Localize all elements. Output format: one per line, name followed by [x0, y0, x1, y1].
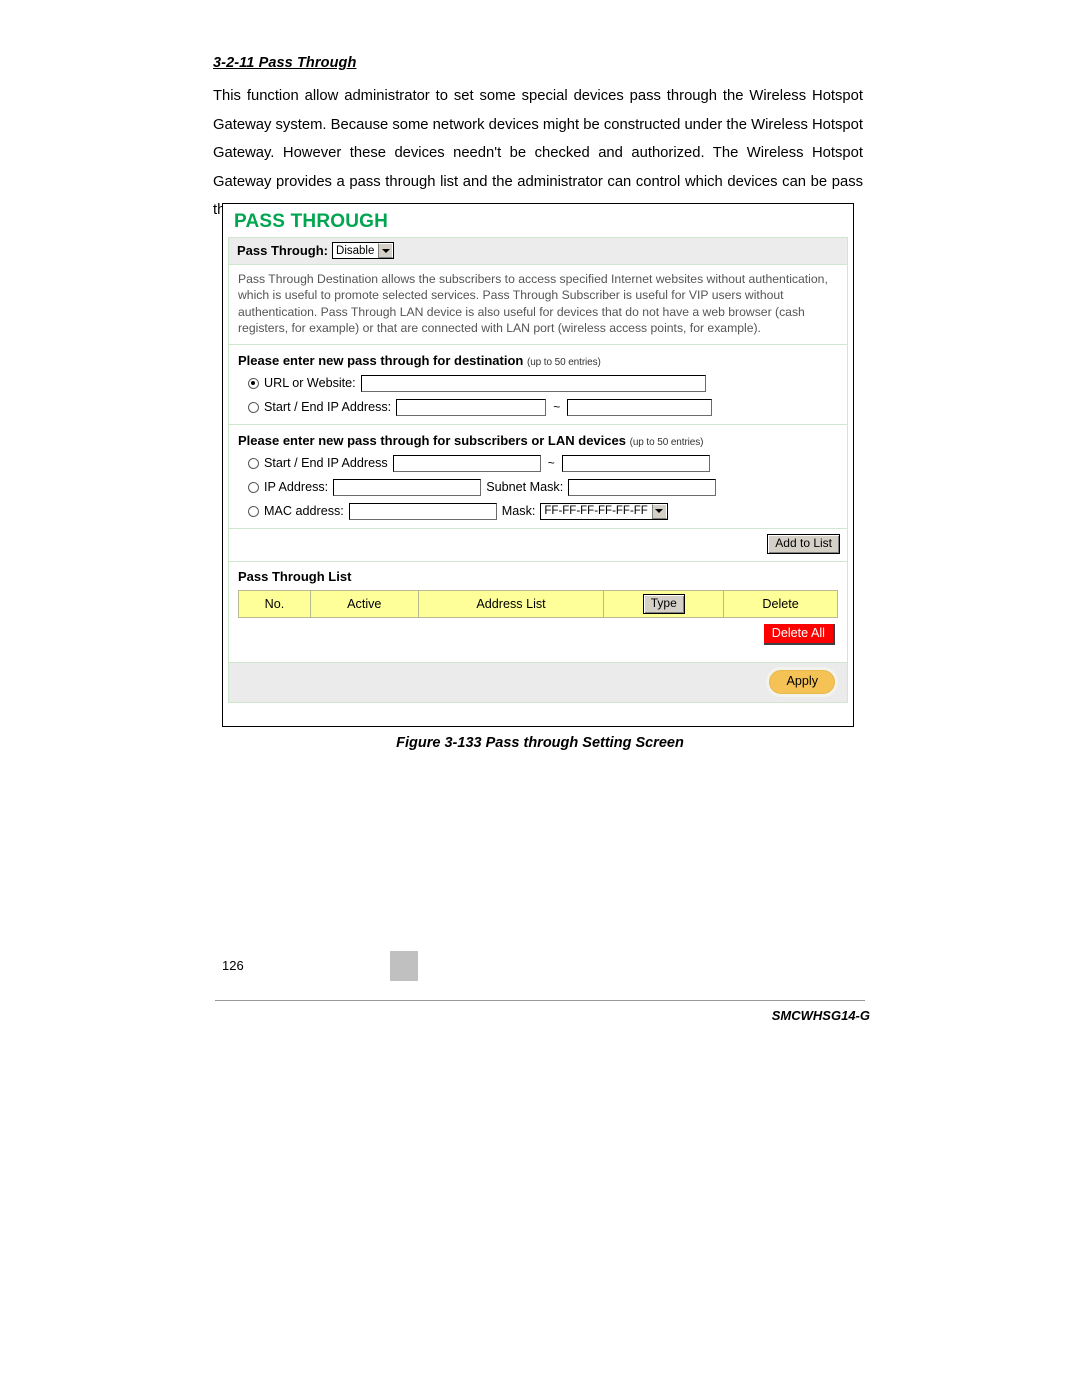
pass-through-list-table: No. Active Address List Type Delete	[238, 589, 838, 618]
page-number: 126	[222, 958, 244, 973]
subscriber-ip-range-separator: ~	[547, 456, 555, 471]
subnet-mask-label: Subnet Mask:	[486, 480, 564, 495]
mac-address-label: MAC address:	[264, 504, 344, 519]
subscriber-section: Please enter new pass through for subscr…	[228, 423, 848, 528]
footer-placeholder-box	[390, 951, 418, 981]
type-sort-button[interactable]: Type	[642, 593, 685, 614]
column-header-address-list: Address List	[417, 589, 605, 618]
column-header-type: Type	[603, 589, 725, 618]
apply-row: Apply	[228, 661, 848, 703]
subscriber-mac-row: MAC address: Mask: FF-FF-FF-FF-FF-FF	[248, 502, 838, 520]
pass-through-list-title: Pass Through List	[238, 568, 352, 584]
panel-description: Pass Through Destination allows the subs…	[228, 264, 848, 344]
delete-all-row: Delete All	[238, 617, 838, 653]
destination-section: Please enter new pass through for destin…	[228, 343, 848, 424]
column-header-no: No.	[238, 589, 311, 618]
destination-url-input[interactable]	[360, 374, 706, 392]
destination-ip-range-separator: ~	[553, 400, 561, 415]
pass-through-list-section: Pass Through List No. Active Address Lis…	[228, 560, 848, 662]
pass-through-select-value: Disable	[336, 244, 375, 257]
footer-model-name: SMCWHSG14-G	[771, 1008, 870, 1023]
subscriber-iprange-label: Start / End IP Address	[264, 456, 388, 471]
add-to-list-button[interactable]: Add to List	[767, 533, 840, 554]
mac-address-input[interactable]	[348, 502, 497, 520]
destination-url-row: URL or Website:	[248, 374, 838, 392]
pass-through-label: Pass Through:	[237, 243, 329, 258]
subscriber-section-title-text: Please enter new pass through for subscr…	[238, 432, 626, 448]
destination-ip-start-input[interactable]	[396, 398, 547, 416]
footer-divider	[215, 1000, 865, 1001]
table-header-row: No. Active Address List Type Delete	[238, 589, 838, 618]
destination-ip-end-input[interactable]	[567, 398, 713, 416]
pass-through-screenshot: PASS THROUGH Pass Through: Disable Pass …	[222, 203, 854, 727]
column-header-delete: Delete	[723, 589, 838, 618]
section-heading: 3-2-11 Pass Through	[213, 55, 357, 71]
apply-button[interactable]: Apply	[769, 669, 835, 694]
chevron-down-icon	[651, 503, 667, 519]
subscriber-ipaddress-row: IP Address: Subnet Mask:	[248, 478, 838, 496]
delete-all-button[interactable]: Delete All	[763, 623, 835, 645]
radio-destination-url[interactable]	[248, 377, 259, 389]
panel-title: PASS THROUGH	[234, 211, 389, 232]
chevron-down-icon	[378, 243, 394, 258]
subscriber-ip-address-input[interactable]	[333, 478, 482, 496]
subscriber-section-title-note: (up to 50 entries)	[629, 436, 704, 448]
subscriber-ip-start-input[interactable]	[392, 454, 541, 472]
destination-iprange-label: Start / End IP Address:	[264, 400, 392, 415]
mac-mask-label: Mask:	[501, 504, 536, 519]
add-to-list-row: Add to List	[228, 527, 848, 561]
pass-through-enable-row: Pass Through: Disable	[228, 237, 848, 264]
subscriber-ipaddress-label: IP Address:	[264, 480, 329, 495]
mac-mask-select-value: FF-FF-FF-FF-FF-FF	[544, 505, 648, 518]
column-header-active: Active	[309, 589, 419, 618]
radio-destination-ip-range[interactable]	[248, 401, 259, 413]
subscriber-section-title: Please enter new pass through for subscr…	[238, 433, 838, 448]
destination-iprange-row: Start / End IP Address: ~	[248, 398, 838, 416]
destination-url-label: URL or Website:	[264, 376, 356, 391]
radio-subscriber-ip-address[interactable]	[248, 481, 259, 493]
destination-section-title-note: (up to 50 entries)	[526, 356, 601, 368]
subscriber-iprange-row: Start / End IP Address ~	[248, 454, 838, 472]
figure-caption: Figure 3-133 Pass through Setting Screen	[396, 735, 684, 751]
document-page: 3-2-11 Pass Through This function allow …	[0, 0, 1080, 1397]
destination-section-title: Please enter new pass through for destin…	[238, 353, 838, 368]
radio-subscriber-ip-range[interactable]	[248, 457, 259, 469]
mac-mask-select[interactable]: FF-FF-FF-FF-FF-FF	[540, 502, 668, 520]
subscriber-ip-end-input[interactable]	[561, 454, 710, 472]
subnet-mask-input[interactable]	[568, 478, 717, 496]
destination-section-title-text: Please enter new pass through for destin…	[238, 352, 524, 368]
pass-through-select[interactable]: Disable	[332, 242, 395, 259]
radio-subscriber-mac[interactable]	[248, 505, 259, 517]
